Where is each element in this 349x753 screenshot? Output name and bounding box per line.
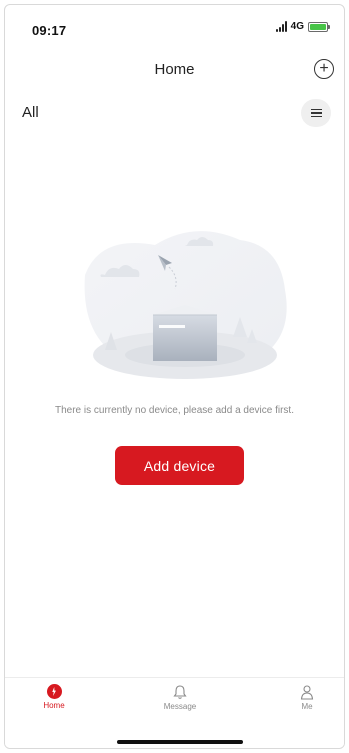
bell-icon xyxy=(173,685,187,699)
home-bolt-icon xyxy=(46,684,62,699)
filter-all-label[interactable]: All xyxy=(22,104,39,121)
add-device-button[interactable]: Add device xyxy=(115,446,244,485)
battery-icon xyxy=(308,21,330,32)
nav-item-label: Message xyxy=(163,702,197,711)
status-bar: 09:17 4G xyxy=(5,5,344,47)
status-time: 09:17 xyxy=(32,23,67,38)
network-type: 4G xyxy=(290,21,304,32)
hamburger-menu-icon[interactable] xyxy=(301,99,331,127)
empty-state-message: There is currently no device, please add… xyxy=(54,405,294,416)
phone-screen: 09:17 4G Home + All There is currently n… xyxy=(4,4,345,749)
signal-icon xyxy=(275,21,287,32)
nav-item-label: Me xyxy=(301,702,313,711)
bottom-navigation: Home Message Me xyxy=(5,677,344,748)
plus-circle-icon[interactable]: + xyxy=(314,59,334,79)
person-icon xyxy=(300,685,314,700)
nav-item-message[interactable]: Message xyxy=(150,684,210,711)
nav-item-label: Home xyxy=(43,701,65,710)
nav-item-me[interactable]: Me xyxy=(277,684,337,711)
page-title: Home xyxy=(154,61,195,78)
status-indicators: 4G xyxy=(275,21,330,32)
nav-item-home[interactable]: Home xyxy=(24,684,84,710)
home-indicator[interactable] xyxy=(117,740,243,744)
empty-box-illustration xyxy=(84,231,287,379)
